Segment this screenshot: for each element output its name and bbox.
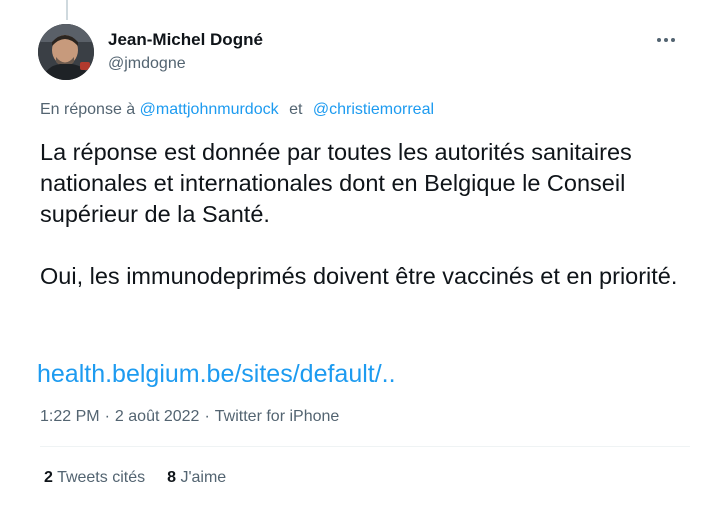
tweet-time[interactable]: 1:22 PM: [40, 408, 100, 425]
tweet-body: La réponse est donnée par toutes les aut…: [40, 137, 680, 292]
more-options-button[interactable]: [652, 26, 680, 54]
avatar[interactable]: [38, 24, 94, 80]
mention-link-2[interactable]: @christiemorreal: [313, 101, 434, 118]
meta-separator-2: ·: [204, 408, 210, 425]
quote-label: Tweets cités: [57, 469, 146, 486]
tweet-source[interactable]: Twitter for iPhone: [215, 408, 340, 425]
reply-prefix: En réponse à: [40, 101, 136, 118]
more-horizontal-icon: [657, 38, 675, 42]
divider: [40, 446, 690, 447]
author-handle[interactable]: @jmdogne: [108, 54, 263, 74]
thread-connector-line: [66, 0, 68, 20]
avatar-image: [38, 24, 94, 80]
tweet-link[interactable]: health.belgium.be/sites/default/..: [37, 358, 396, 390]
author-display-name[interactable]: Jean-Michel Dogné: [108, 30, 263, 50]
reply-context: En réponse à @mattjohnmurdock et @christ…: [40, 100, 434, 120]
like-count: 8: [167, 469, 176, 486]
quote-tweets-stat[interactable]: 2 Tweets cités: [44, 469, 145, 486]
quote-count: 2: [44, 469, 53, 486]
tweet-stats: 2 Tweets cités 8 J'aime: [44, 468, 248, 488]
tweet-date[interactable]: 2 août 2022: [115, 408, 200, 425]
reply-conjunction: et: [289, 101, 303, 118]
tweet-paragraph-2: Oui, les immunodeprimés doivent être vac…: [40, 263, 678, 289]
meta-separator-1: ·: [104, 408, 110, 425]
tweet-header: Jean-Michel Dogné @jmdogne: [38, 22, 688, 82]
likes-stat[interactable]: 8 J'aime: [167, 469, 226, 486]
author-names: Jean-Michel Dogné @jmdogne: [108, 30, 263, 74]
mention-link-1[interactable]: @mattjohnmurdock: [140, 101, 279, 118]
like-label: J'aime: [180, 469, 227, 486]
tweet-meta: 1:22 PM · 2 août 2022 · Twitter for iPhone: [40, 407, 339, 427]
tweet-paragraph-1: La réponse est donnée par toutes les aut…: [40, 139, 632, 227]
